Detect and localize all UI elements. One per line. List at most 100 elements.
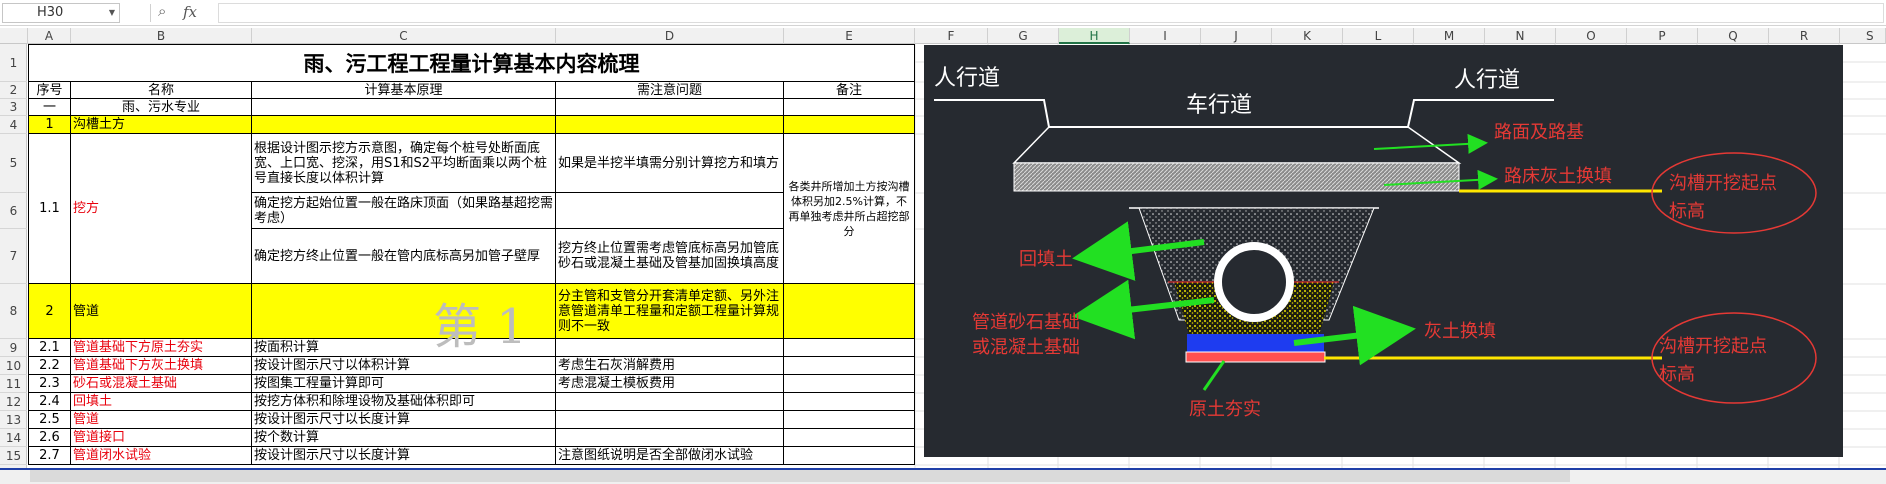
item-principle[interactable]: 按设计图示尺寸以长度计算 [252,411,556,429]
row8-name[interactable]: 管道 [71,284,252,339]
horizontal-scrollbar[interactable] [30,470,1570,482]
item-seq[interactable]: 2.3 [28,375,71,393]
header-name[interactable]: 名称 [71,82,252,99]
row-header[interactable]: 15 [0,447,27,465]
item-remarks[interactable] [784,357,915,375]
item-seq[interactable]: 2.7 [28,447,71,465]
search-icon[interactable]: ⌕ [158,2,166,20]
row-header[interactable]: 13 [0,411,27,429]
row-header[interactable]: 10 [0,357,27,375]
item-notes[interactable] [556,339,784,357]
column-header[interactable]: O [1556,28,1627,44]
column-header[interactable]: S [1840,28,1886,44]
row-header[interactable]: 12 [0,393,27,411]
item-seq[interactable]: 2.4 [28,393,71,411]
row3-principle[interactable] [252,99,556,116]
row6-principle[interactable]: 确定挖方起始位置一般在路床顶面（如果路基超挖需考虑） [252,193,556,229]
row-header[interactable]: 8 [0,284,27,339]
column-header[interactable]: C [252,28,556,44]
row3-seq[interactable]: 一 [28,99,71,116]
column-header[interactable]: K [1272,28,1343,44]
remark-merged[interactable]: 各类井所增加土方按沟槽体积另加2.5%计算，不再单独考虑井所占超挖部分 [784,134,915,284]
item-name[interactable]: 管道基础下方灰土换填 [71,357,252,375]
column-header[interactable]: F [915,28,988,44]
column-header[interactable]: B [71,28,252,44]
item-remarks[interactable] [784,339,915,357]
select-all-corner[interactable] [0,28,28,44]
row-header[interactable]: 6 [0,193,27,229]
column-header[interactable]: M [1414,28,1485,44]
row3-notes[interactable] [556,99,784,116]
column-header[interactable]: I [1130,28,1201,44]
item-name[interactable]: 管道接口 [71,429,252,447]
row-header[interactable]: 5 [0,134,27,193]
item-seq[interactable]: 2.5 [28,411,71,429]
item-remarks[interactable] [784,429,915,447]
chevron-down-icon[interactable]: ▼ [109,4,115,22]
name-box[interactable]: H30 ▼ [2,3,120,23]
column-header[interactable]: R [1769,28,1840,44]
item-remarks[interactable] [784,393,915,411]
header-remarks[interactable]: 备注 [784,82,915,99]
formula-input[interactable] [218,3,1884,23]
item-notes[interactable] [556,429,784,447]
row8-remarks[interactable] [784,284,915,339]
row7-principle[interactable]: 确定挖方终止位置一般在管内底标高另加管子壁厚 [252,229,556,284]
row6-name[interactable]: 挖方 [71,134,252,284]
item-notes[interactable]: 考虑混凝土模板费用 [556,375,784,393]
column-header[interactable]: D [556,28,784,44]
column-header[interactable]: Q [1698,28,1769,44]
item-notes[interactable] [556,411,784,429]
item-remarks[interactable] [784,447,915,465]
row6-notes[interactable] [556,193,784,229]
item-principle[interactable]: 按挖方体积和除埋设物及基础体积即可 [252,393,556,411]
item-principle[interactable]: 按面积计算 [252,339,556,357]
row4-principle[interactable] [252,116,556,134]
row8-notes[interactable]: 分主管和支管分开套清单定额、另外注意管道清单工程量和定额工程量计算规则不一致 [556,284,784,339]
item-remarks[interactable] [784,375,915,393]
item-name[interactable]: 管道闭水试验 [71,447,252,465]
column-header[interactable]: G [988,28,1059,44]
row-header[interactable]: 1 [0,44,27,82]
row5-principle[interactable]: 根据设计图示挖方示意图，确定每个桩号处断面底宽、上口宽、挖深，用S1和S2平均断… [252,134,556,193]
header-principle[interactable]: 计算基本原理 [252,82,556,99]
row-header[interactable]: 9 [0,339,27,357]
item-seq[interactable]: 2.2 [28,357,71,375]
row4-seq[interactable]: 1 [28,116,71,134]
item-principle[interactable]: 按设计图示尺寸以长度计算 [252,447,556,465]
column-header[interactable]: L [1343,28,1414,44]
column-header[interactable]: N [1485,28,1556,44]
item-notes[interactable]: 注意图纸说明是否全部做闭水试验 [556,447,784,465]
row5-notes[interactable]: 如果是半挖半填需分别计算挖方和填方 [556,134,784,193]
item-principle[interactable]: 按个数计算 [252,429,556,447]
item-name[interactable]: 砂石或混凝土基础 [71,375,252,393]
header-seq[interactable]: 序号 [28,82,71,99]
function-icon[interactable]: fx [183,3,197,21]
row6-seq[interactable]: 1.1 [28,134,71,284]
row4-notes[interactable] [556,116,784,134]
column-header[interactable]: P [1627,28,1698,44]
row3-remarks[interactable] [784,99,915,116]
row8-principle[interactable] [252,284,556,339]
item-seq[interactable]: 2.6 [28,429,71,447]
row7-notes[interactable]: 挖方终止位置需考虑管底标高另加管底砂石或混凝土基础及管基加固换填高度 [556,229,784,284]
row8-seq[interactable]: 2 [28,284,71,339]
row-header[interactable]: 7 [0,229,27,284]
item-remarks[interactable] [784,411,915,429]
row-header[interactable]: 14 [0,429,27,447]
row-header[interactable]: 11 [0,375,27,393]
item-seq[interactable]: 2.1 [28,339,71,357]
column-header[interactable]: A [28,28,71,44]
sheet-title-cell[interactable]: 雨、污工程工程量计算基本内容梳理 [28,44,915,82]
row3-name[interactable]: 雨、污水专业 [71,99,252,116]
item-name[interactable]: 管道基础下方原土夯实 [71,339,252,357]
item-notes[interactable]: 考虑生石灰消解费用 [556,357,784,375]
item-principle[interactable]: 按设计图示尺寸以体积计算 [252,357,556,375]
item-name[interactable]: 管道 [71,411,252,429]
row-header[interactable]: 3 [0,99,27,116]
row-header[interactable]: 4 [0,116,27,134]
item-principle[interactable]: 按图集工程量计算即可 [252,375,556,393]
column-header[interactable]: E [784,28,915,44]
item-name[interactable]: 回填土 [71,393,252,411]
header-notes[interactable]: 需注意问题 [556,82,784,99]
